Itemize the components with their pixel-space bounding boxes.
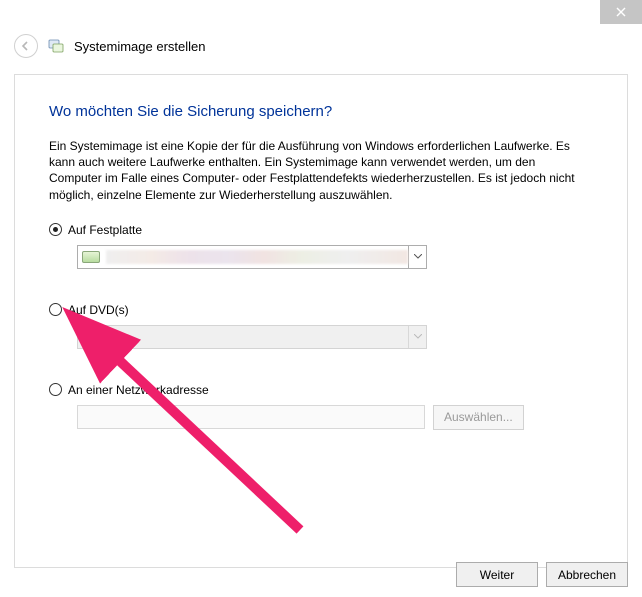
radio-dvd[interactable] xyxy=(49,303,62,316)
harddisk-drive-combo[interactable] xyxy=(77,245,427,269)
option-network-group: An einer Netzwerkadresse Auswählen... xyxy=(49,383,593,430)
radio-network-label[interactable]: An einer Netzwerkadresse xyxy=(68,383,209,397)
wizard-header: Systemimage erstellen xyxy=(0,24,642,64)
chevron-down-icon xyxy=(408,326,426,348)
chevron-down-icon xyxy=(408,246,426,268)
redacted-drive-name xyxy=(106,250,408,264)
radio-network[interactable] xyxy=(49,383,62,396)
close-icon xyxy=(616,7,626,17)
back-button[interactable] xyxy=(14,34,38,58)
hard-drive-icon xyxy=(82,251,100,263)
wizard-page: Wo möchten Sie die Sicherung speichern? … xyxy=(14,74,628,568)
title-bar xyxy=(0,0,642,24)
wizard-title: Systemimage erstellen xyxy=(74,39,206,54)
browse-button: Auswählen... xyxy=(433,405,524,430)
next-button[interactable]: Weiter xyxy=(456,562,538,587)
wizard-footer: Weiter Abbrechen xyxy=(456,562,628,587)
option-dvd-group: Auf DVD(s) xyxy=(49,303,593,349)
radio-dvd-label[interactable]: Auf DVD(s) xyxy=(68,303,129,317)
system-image-icon xyxy=(48,38,64,54)
back-arrow-icon xyxy=(20,40,32,52)
option-harddisk-group: Auf Festplatte xyxy=(49,223,593,269)
dvd-drive-combo xyxy=(77,325,427,349)
close-button[interactable] xyxy=(600,0,642,24)
radio-harddisk-label[interactable]: Auf Festplatte xyxy=(68,223,142,237)
harddisk-selected-value xyxy=(82,248,408,266)
network-path-input xyxy=(77,405,425,429)
radio-harddisk[interactable] xyxy=(49,223,62,236)
page-description: Ein Systemimage ist eine Kopie der für d… xyxy=(49,138,589,203)
cancel-button[interactable]: Abbrechen xyxy=(546,562,628,587)
page-heading: Wo möchten Sie die Sicherung speichern? xyxy=(49,103,593,120)
